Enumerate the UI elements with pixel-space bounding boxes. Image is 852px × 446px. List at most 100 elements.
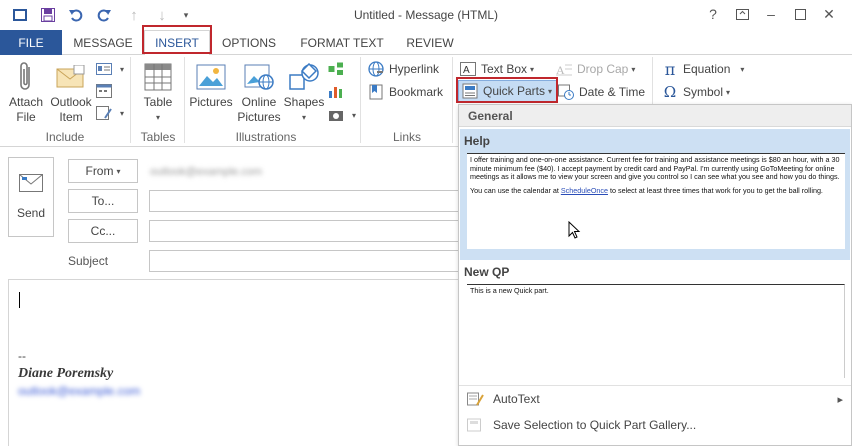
help-button[interactable]: ?: [702, 4, 724, 24]
close-button[interactable]: ✕: [818, 4, 840, 24]
window-title: Untitled - Message (HTML): [353, 8, 499, 22]
equation-button[interactable]: π Equation ▾: [662, 59, 745, 79]
quick-parts-icon: [462, 83, 478, 99]
from-button[interactable]: From ▾: [68, 159, 138, 183]
title-bar: ↑ ↓ ▾ Untitled - Message (HTML) ? – ✕: [0, 0, 852, 30]
group-separator: [130, 57, 131, 143]
hyperlink-icon: [368, 61, 384, 77]
screenshot-icon: [328, 107, 344, 123]
tab-insert[interactable]: INSERT: [144, 30, 210, 56]
business-card-icon: [96, 61, 112, 77]
maximize-button[interactable]: [789, 4, 811, 24]
save-selection-icon: [467, 417, 485, 433]
preview-text: to select at least three times that work…: [608, 185, 823, 195]
calendar-icon: [96, 83, 112, 99]
chart-icon: [328, 83, 344, 99]
shapes-label: Shapes: [283, 95, 325, 109]
gallery-separator: [459, 385, 851, 386]
tab-file[interactable]: FILE: [0, 30, 62, 55]
preview-text: You can use the calendar at: [470, 185, 561, 195]
from-dropdown-icon: ▾: [116, 166, 121, 176]
mouse-cursor-icon: [568, 221, 581, 239]
to-button[interactable]: To...: [68, 189, 138, 213]
attach-label-1: Attach: [8, 95, 44, 109]
signature-separator: --: [18, 349, 26, 363]
table-button[interactable]: Table ▾: [136, 61, 180, 125]
online-pictures-label-1: Online: [241, 95, 277, 109]
group-separator: [184, 57, 185, 143]
online-pictures-button[interactable]: Online Pictures: [236, 61, 282, 125]
signature-email: outlook@example.com: [18, 384, 141, 398]
group-separator: [360, 57, 361, 143]
quick-part-preview: This is a new Quick part.: [467, 284, 845, 378]
from-value: outlook@example.com: [150, 166, 263, 178]
shapes-button[interactable]: Shapes ▾: [282, 61, 326, 125]
send-button[interactable]: Send: [8, 157, 54, 237]
cc-field[interactable]: [149, 220, 469, 242]
svg-text:A: A: [463, 65, 470, 76]
quick-part-new-qp[interactable]: New QP This is a new Quick part.: [460, 261, 850, 381]
text-box-label: Text Box: [481, 62, 528, 76]
chart-button[interactable]: [328, 81, 349, 101]
business-card-button[interactable]: ▾: [96, 59, 124, 79]
date-time-label: Date & Time: [579, 85, 646, 99]
bookmark-label: Bookmark: [389, 85, 444, 99]
tab-message[interactable]: MESSAGE: [68, 30, 138, 55]
message-body[interactable]: [8, 279, 468, 446]
quick-parts-button[interactable]: Quick Parts ▾: [458, 80, 558, 102]
dropdown-arrow-icon: ▾: [548, 86, 553, 96]
outlook-item-button[interactable]: Outlook Item: [48, 61, 94, 125]
pictures-button[interactable]: Pictures: [188, 61, 234, 110]
tab-review[interactable]: REVIEW: [400, 30, 460, 55]
quick-part-title: Help: [464, 134, 491, 148]
dropdown-arrow-icon: ▾: [301, 113, 306, 122]
group-separator: [452, 57, 453, 143]
hyperlink-button[interactable]: Hyperlink: [368, 59, 439, 79]
smartart-button[interactable]: [328, 59, 349, 79]
envelope-icon: [55, 61, 87, 93]
tab-options[interactable]: OPTIONS: [216, 30, 282, 55]
from-label: From: [85, 164, 114, 178]
symbol-label: Symbol: [683, 85, 724, 99]
quick-part-help[interactable]: Help I offer training and one-on-one ass…: [460, 129, 850, 260]
calendar-button[interactable]: [96, 81, 117, 101]
quick-parts-gallery: General Help I offer training and one-on…: [458, 104, 852, 446]
dropdown-arrow-icon: ▾: [631, 64, 636, 74]
bookmark-icon: [368, 84, 384, 100]
symbol-button[interactable]: Ω Symbol ▾: [662, 82, 730, 102]
preview-paragraph: This is a new Quick part.: [470, 286, 549, 295]
pictures-label: Pictures: [189, 95, 233, 109]
date-time-button[interactable]: Date & Time: [558, 82, 645, 102]
autotext-icon: [467, 391, 485, 407]
tab-format-text[interactable]: FORMAT TEXT: [292, 30, 392, 55]
pi-icon: π: [664, 59, 676, 79]
cc-button[interactable]: Cc...: [68, 219, 138, 243]
text-box-button[interactable]: A Text Box ▾: [460, 59, 534, 79]
group-label-links: Links: [392, 130, 421, 144]
quick-part-title: New QP: [464, 265, 510, 279]
ribbon-tabs: FILE MESSAGE INSERT OPTIONS FORMAT TEXT …: [0, 30, 852, 56]
outlook-item-label-2: Item: [59, 110, 83, 124]
subject-field[interactable]: [149, 250, 469, 272]
dropdown-arrow-icon: ▾: [120, 108, 125, 118]
attach-file-button[interactable]: Attach File: [4, 61, 48, 125]
ribbon-display-button[interactable]: [731, 4, 753, 24]
group-label-illustrations: Illustrations: [235, 130, 297, 144]
autotext-menu-item[interactable]: AutoText ▸: [459, 387, 851, 411]
svg-text:A: A: [556, 63, 565, 76]
picture-icon: [195, 61, 227, 93]
drop-cap-label: Drop Cap: [577, 62, 629, 76]
bookmark-button[interactable]: Bookmark: [368, 82, 443, 102]
drop-cap-button[interactable]: A Drop Cap ▾: [556, 59, 635, 79]
screenshot-button[interactable]: ▾: [328, 105, 356, 125]
save-selection-menu-item[interactable]: Save Selection to Quick Part Gallery...: [459, 413, 851, 437]
signature-icon: [96, 105, 112, 121]
online-pictures-label-2: Pictures: [237, 110, 281, 124]
date-time-icon: [558, 84, 574, 100]
attach-label-2: File: [16, 110, 36, 124]
outlook-item-label-1: Outlook: [50, 95, 92, 109]
minimize-button[interactable]: –: [760, 4, 782, 24]
signature-button[interactable]: ▾: [96, 103, 124, 123]
to-field[interactable]: [149, 190, 469, 212]
send-envelope-icon: [19, 174, 43, 192]
